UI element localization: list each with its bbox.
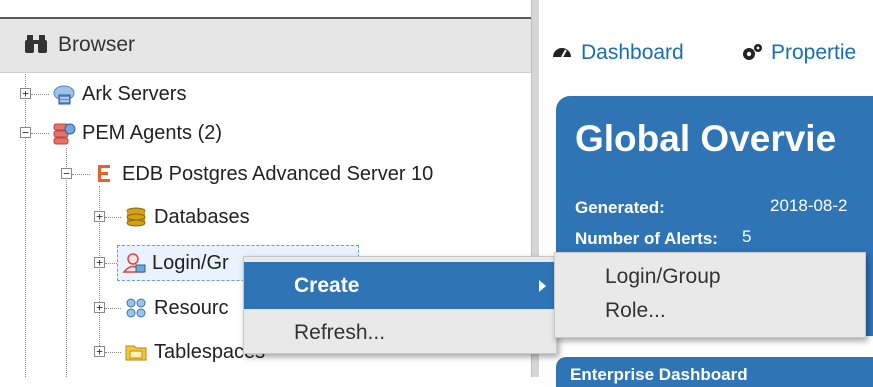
expand-icon[interactable]: + <box>20 88 31 99</box>
menu-item-create[interactable]: Create <box>244 262 556 309</box>
tree-item-label: Resourc <box>154 296 229 319</box>
tree-item-pem-agents[interactable]: PEM Agents (2) <box>52 118 222 148</box>
menu-item-label: Create <box>294 274 360 297</box>
edb-icon <box>92 162 116 186</box>
tree-item-resource-groups[interactable]: Resourc <box>124 293 228 323</box>
alerts-value: 5 <box>742 227 752 246</box>
tree-line <box>25 74 26 377</box>
resource-group-icon <box>124 296 148 320</box>
menu-item-label: Refresh... <box>294 321 386 344</box>
tablespace-folder-icon <box>124 340 148 364</box>
tree-item-databases[interactable]: Databases <box>124 202 250 232</box>
database-icon <box>124 205 148 229</box>
expand-icon[interactable]: + <box>94 211 105 222</box>
collapse-icon[interactable]: − <box>20 127 31 138</box>
tree-line <box>31 94 49 95</box>
tree-line <box>31 133 49 134</box>
tree-item-label: Ark Servers <box>82 82 187 105</box>
tree-item-label: EDB Postgres Advanced Server 10 <box>122 162 434 185</box>
enterprise-dashboard-title: Enterprise Dashboard <box>570 365 748 384</box>
enterprise-dashboard-card: Enterprise Dashboard <box>556 357 873 387</box>
tab-label: Dashboard <box>581 41 684 64</box>
login-group-icon <box>122 251 146 275</box>
overview-title: Global Overvie <box>575 118 837 159</box>
generated-value: 2018-08-2 <box>770 196 848 215</box>
tree-item-ark-servers[interactable]: Ark Servers <box>52 79 186 109</box>
pem-agent-icon <box>52 121 76 145</box>
tree-line <box>66 148 67 377</box>
tree-item-edb-server[interactable]: EDB Postgres Advanced Server 10 <box>92 159 433 189</box>
tree-line <box>105 308 121 309</box>
binoculars-icon <box>24 33 48 55</box>
submenu-arrow-icon <box>539 280 546 292</box>
tree-line <box>105 217 121 218</box>
tab-properties[interactable]: Propertie <box>741 36 856 70</box>
dashboard-icon <box>551 42 573 64</box>
browser-title: Browser <box>58 33 136 56</box>
submenu-item-label-line2: Role... <box>605 299 666 322</box>
menu-item-refresh[interactable]: Refresh... <box>244 309 556 356</box>
properties-gear-icon <box>741 42 763 64</box>
browser-header: Browser <box>0 17 531 73</box>
expand-icon[interactable]: + <box>94 302 105 313</box>
tree-line <box>105 352 121 353</box>
tree-item-label: PEM Agents (2) <box>82 121 223 144</box>
submenu-item-label-line1: Login/Group <box>605 265 721 288</box>
tree-item-label: Databases <box>154 205 250 228</box>
tab-dashboard[interactable]: Dashboard <box>551 36 684 70</box>
alerts-label: Number of Alerts: <box>575 229 718 248</box>
expand-icon[interactable]: + <box>94 257 105 268</box>
generated-label: Generated: <box>575 198 665 217</box>
tab-label: Propertie <box>771 41 857 64</box>
context-menu: Create Refresh... <box>243 256 557 354</box>
tree-line <box>72 174 90 175</box>
expand-icon[interactable]: + <box>94 346 105 357</box>
create-submenu: Login/Group Role... <box>554 252 866 338</box>
tree-item-label: Login/Gr <box>152 251 229 274</box>
collapse-icon[interactable]: − <box>61 168 72 179</box>
cloud-server-icon <box>52 82 76 106</box>
